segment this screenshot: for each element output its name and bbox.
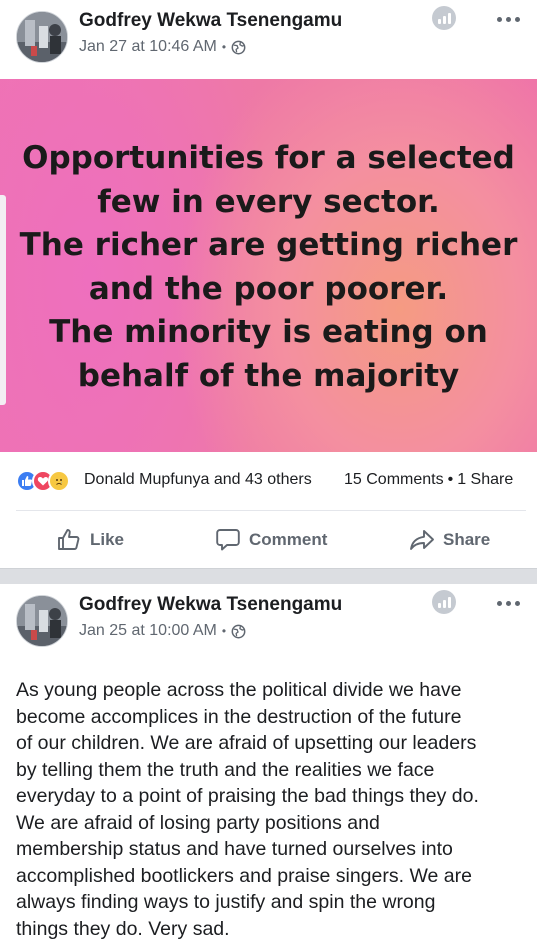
text-line: As young people across the political div… — [16, 679, 462, 701]
text-line: accomplished bootlickers and praise sing… — [16, 864, 472, 887]
comment-button[interactable]: Comment — [215, 526, 327, 554]
banner-line: The minority is eating on — [49, 314, 488, 350]
avatar[interactable] — [16, 595, 68, 647]
globe-icon — [231, 624, 246, 638]
insights-icon[interactable] — [432, 6, 456, 30]
banner-text: Opportunities for a selected few in ever… — [0, 137, 537, 398]
post-meta: Jan 27 at 10:46 AM • — [79, 38, 246, 56]
text-line: everyday to a point of praising the bad … — [16, 785, 479, 807]
edge-handle — [0, 195, 6, 405]
banner-line: behalf of the majority — [77, 357, 460, 394]
counts-separator: • — [447, 471, 454, 488]
more-options-icon[interactable] — [493, 593, 523, 613]
background-text-post[interactable]: Opportunities for a selected few in ever… — [0, 79, 537, 452]
reactors-text[interactable]: Donald Mupfunya and 43 others — [84, 471, 312, 489]
banner-line: few in every sector. — [97, 183, 440, 220]
author-name[interactable]: Godfrey Wekwa Tsenengamu — [79, 10, 342, 32]
avatar-photo — [17, 596, 67, 646]
like-label: Like — [90, 530, 125, 549]
post-header: Godfrey Wekwa Tsenengamu Jan 27 at 10:46… — [0, 0, 537, 76]
author-name[interactable]: Godfrey Wekwa Tsenengamu — [79, 594, 342, 616]
avatar-photo — [17, 12, 67, 62]
globe-icon — [231, 40, 246, 54]
engagement-counts: 15 Comments • 1 Share — [344, 471, 513, 489]
shares-count[interactable]: 1 Share — [457, 471, 513, 488]
text-line: membership status and have turned oursel… — [16, 838, 453, 860]
comment-label: Comment — [249, 530, 328, 549]
meta-separator: • — [221, 624, 227, 638]
sad-reaction-icon — [48, 470, 70, 492]
post-actions: Like Comment Share — [0, 520, 537, 560]
reaction-icons[interactable] — [16, 470, 82, 492]
feed-separator — [0, 568, 537, 584]
text-line: things they do. Very sad. — [16, 917, 230, 940]
timestamp[interactable]: Jan 25 at 10:00 AM — [79, 622, 217, 640]
post-meta: Jan 25 at 10:00 AM • — [79, 622, 246, 640]
banner-line: The richer are getting richer — [19, 227, 518, 263]
banner-line: and the poor poorer. — [88, 270, 449, 307]
insights-icon[interactable] — [432, 590, 456, 614]
timestamp[interactable]: Jan 27 at 10:46 AM — [79, 38, 217, 56]
banner-line: Opportunities for a selected — [22, 140, 515, 176]
thumbs-up-icon — [58, 529, 80, 550]
post-body-text: As young people across the political div… — [16, 677, 528, 941]
share-arrow-icon — [410, 530, 434, 550]
comment-icon — [216, 529, 240, 551]
reactions-summary[interactable]: Donald Mupfunya and 43 others 15 Comment… — [0, 462, 537, 500]
text-line: of our children. We are afraid of upsett… — [16, 732, 477, 754]
like-button[interactable]: Like — [56, 526, 124, 554]
post-header: Godfrey Wekwa Tsenengamu Jan 25 at 10:00… — [0, 584, 537, 660]
post-card: Godfrey Wekwa Tsenengamu Jan 27 at 10:46… — [0, 0, 537, 568]
more-options-icon[interactable] — [493, 9, 523, 29]
text-line: by telling them the truth and the realit… — [16, 758, 435, 781]
post-card: Godfrey Wekwa Tsenengamu Jan 25 at 10:00… — [0, 584, 537, 941]
share-button[interactable]: Share — [409, 526, 490, 554]
text-line: always finding ways to justify and spin … — [16, 891, 436, 913]
comments-count[interactable]: 15 Comments — [344, 471, 444, 488]
avatar[interactable] — [16, 11, 68, 63]
meta-separator: • — [221, 40, 227, 54]
divider — [16, 510, 526, 511]
text-line: become accomplices in the destruction of… — [16, 705, 462, 728]
text-line: We are afraid of losing party positions … — [16, 811, 380, 834]
share-label: Share — [443, 530, 491, 549]
